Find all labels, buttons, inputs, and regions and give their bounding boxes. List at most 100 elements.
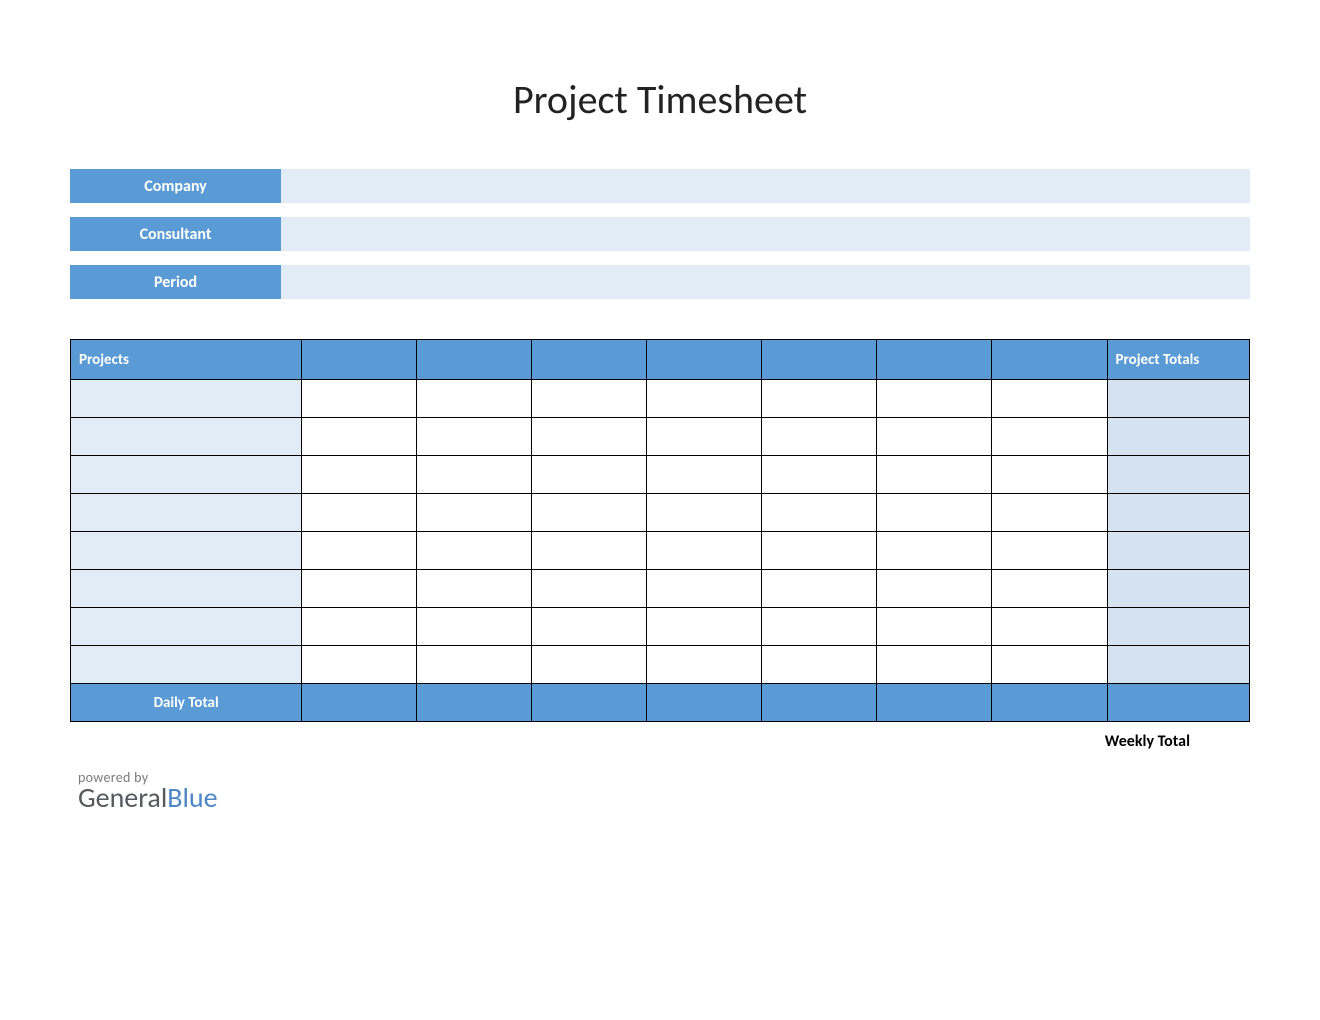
hours-cell[interactable] [877, 532, 992, 570]
company-input[interactable] [281, 169, 1250, 203]
table-row [71, 532, 1250, 570]
hours-cell[interactable] [302, 456, 417, 494]
daily-total-d2 [417, 684, 532, 722]
hours-cell[interactable] [417, 418, 532, 456]
consultant-label: Consultant [70, 217, 281, 251]
hours-cell[interactable] [992, 456, 1107, 494]
table-row [71, 570, 1250, 608]
hours-cell[interactable] [532, 494, 647, 532]
hours-cell[interactable] [762, 570, 877, 608]
project-total-cell [1107, 494, 1249, 532]
hours-cell[interactable] [532, 456, 647, 494]
consultant-input[interactable] [281, 217, 1250, 251]
hours-cell[interactable] [302, 608, 417, 646]
hours-cell[interactable] [302, 532, 417, 570]
project-name-cell[interactable] [71, 418, 302, 456]
page-title: Project Timesheet [70, 75, 1250, 124]
project-total-cell [1107, 456, 1249, 494]
hours-cell[interactable] [992, 380, 1107, 418]
hours-cell[interactable] [877, 456, 992, 494]
hours-cell[interactable] [877, 494, 992, 532]
header-projects: Projects [71, 340, 302, 380]
hours-cell[interactable] [877, 608, 992, 646]
project-name-cell[interactable] [71, 494, 302, 532]
hours-cell[interactable] [992, 646, 1107, 684]
hours-cell[interactable] [417, 570, 532, 608]
hours-cell[interactable] [647, 418, 762, 456]
header-day3[interactable] [532, 340, 647, 380]
hours-cell[interactable] [417, 646, 532, 684]
hours-cell[interactable] [877, 570, 992, 608]
table-row [71, 608, 1250, 646]
hours-cell[interactable] [417, 608, 532, 646]
hours-cell[interactable] [532, 532, 647, 570]
hours-cell[interactable] [532, 646, 647, 684]
company-row: Company [70, 169, 1250, 203]
hours-cell[interactable] [302, 494, 417, 532]
hours-cell[interactable] [647, 456, 762, 494]
table-row [71, 418, 1250, 456]
daily-total-d1 [302, 684, 417, 722]
daily-total-d3 [532, 684, 647, 722]
hours-cell[interactable] [877, 646, 992, 684]
hours-cell[interactable] [532, 570, 647, 608]
header-day5[interactable] [762, 340, 877, 380]
hours-cell[interactable] [992, 418, 1107, 456]
project-name-cell[interactable] [71, 532, 302, 570]
hours-cell[interactable] [417, 532, 532, 570]
hours-cell[interactable] [647, 646, 762, 684]
project-total-cell [1107, 608, 1249, 646]
hours-cell[interactable] [532, 380, 647, 418]
hours-cell[interactable] [417, 380, 532, 418]
project-total-cell [1107, 646, 1249, 684]
header-day1[interactable] [302, 340, 417, 380]
hours-cell[interactable] [762, 532, 877, 570]
period-input[interactable] [281, 265, 1250, 299]
hours-cell[interactable] [762, 456, 877, 494]
hours-cell[interactable] [762, 418, 877, 456]
project-name-cell[interactable] [71, 646, 302, 684]
hours-cell[interactable] [762, 646, 877, 684]
hours-cell[interactable] [532, 608, 647, 646]
hours-cell[interactable] [647, 494, 762, 532]
hours-cell[interactable] [302, 570, 417, 608]
project-name-cell[interactable] [71, 456, 302, 494]
hours-cell[interactable] [762, 494, 877, 532]
header-day6[interactable] [877, 340, 992, 380]
daily-total-d7 [992, 684, 1107, 722]
daily-total-d6 [877, 684, 992, 722]
hours-cell[interactable] [647, 570, 762, 608]
hours-cell[interactable] [877, 380, 992, 418]
hours-cell[interactable] [877, 418, 992, 456]
project-total-cell [1107, 418, 1249, 456]
project-name-cell[interactable] [71, 570, 302, 608]
hours-cell[interactable] [302, 418, 417, 456]
hours-cell[interactable] [532, 418, 647, 456]
hours-cell[interactable] [762, 380, 877, 418]
hours-cell[interactable] [647, 608, 762, 646]
hours-cell[interactable] [992, 494, 1107, 532]
hours-cell[interactable] [647, 380, 762, 418]
header-day7[interactable] [992, 340, 1107, 380]
weekly-total-label: Weekly Total [70, 722, 1250, 751]
period-label: Period [70, 265, 281, 299]
table-row [71, 494, 1250, 532]
hours-cell[interactable] [992, 532, 1107, 570]
company-label: Company [70, 169, 281, 203]
project-name-cell[interactable] [71, 380, 302, 418]
daily-total-grand [1107, 684, 1249, 722]
hours-cell[interactable] [417, 456, 532, 494]
table-row [71, 380, 1250, 418]
project-name-cell[interactable] [71, 608, 302, 646]
header-day4[interactable] [647, 340, 762, 380]
daily-total-d4 [647, 684, 762, 722]
hours-cell[interactable] [417, 494, 532, 532]
hours-cell[interactable] [302, 646, 417, 684]
header-day2[interactable] [417, 340, 532, 380]
daily-total-row: Daily Total [71, 684, 1250, 722]
hours-cell[interactable] [992, 608, 1107, 646]
hours-cell[interactable] [647, 532, 762, 570]
hours-cell[interactable] [992, 570, 1107, 608]
hours-cell[interactable] [762, 608, 877, 646]
hours-cell[interactable] [302, 380, 417, 418]
